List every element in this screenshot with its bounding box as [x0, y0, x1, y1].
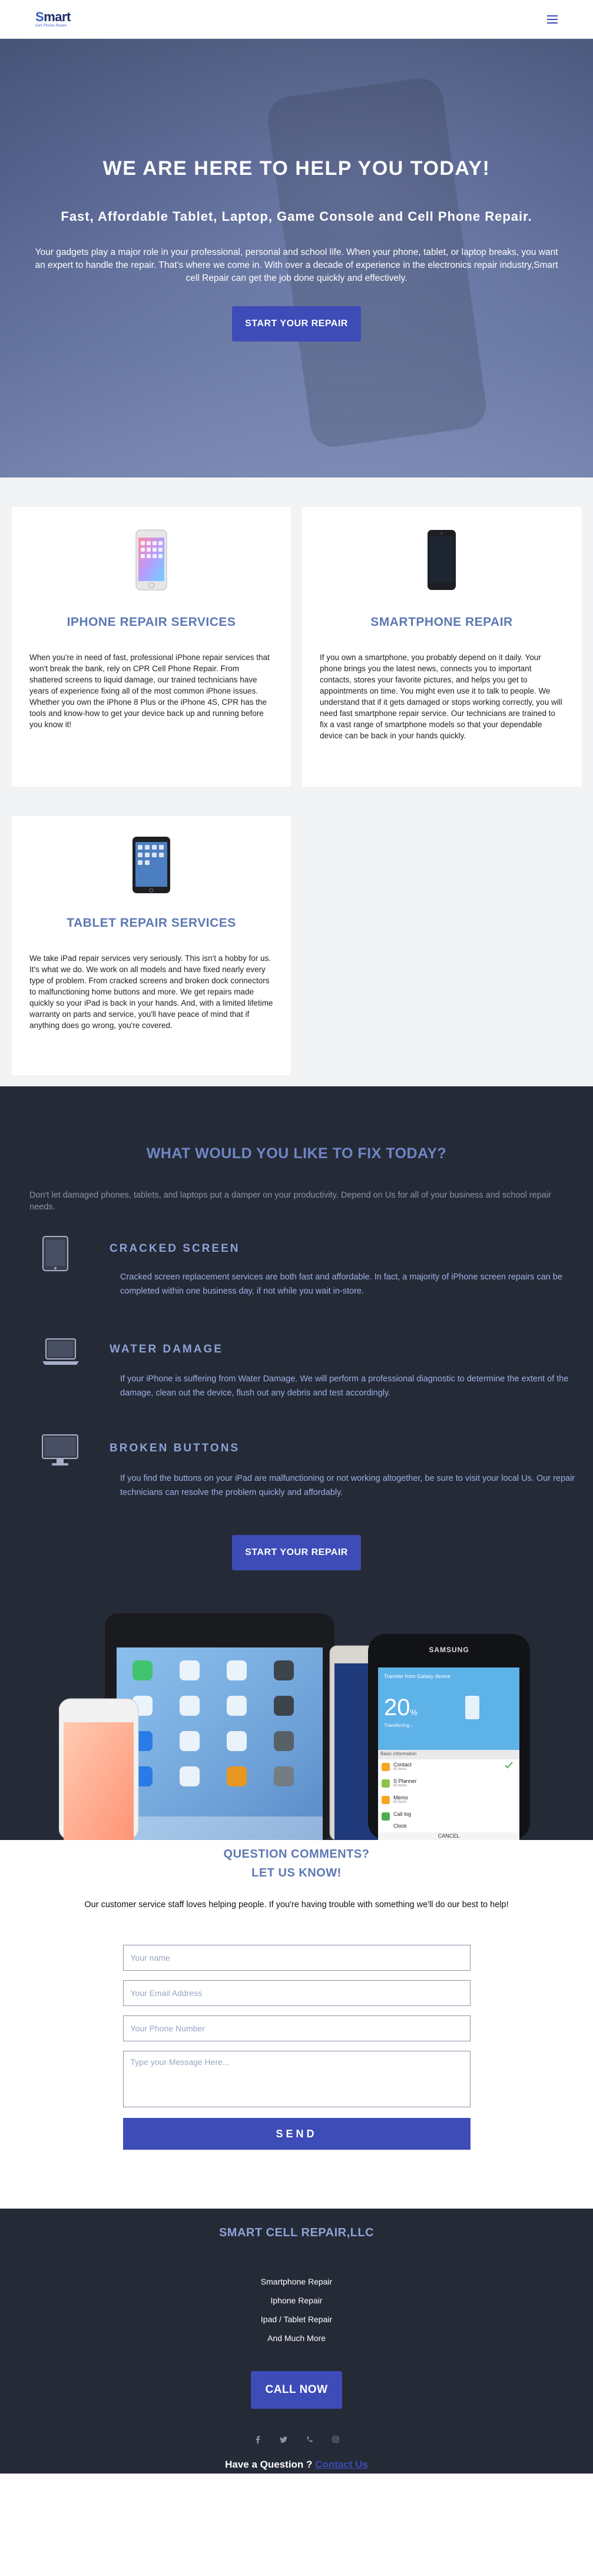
social-links — [0, 2435, 593, 2444]
services-section: IPHONE REPAIR SERVICES When you're in ne… — [0, 478, 593, 1086]
contact-title: QUESTION COMMENTS? LET US KNOW! — [0, 1840, 593, 1882]
samsung-brand: SAMSUNG — [429, 1646, 469, 1654]
start-repair-button[interactable]: START YOUR REPAIR — [232, 1535, 361, 1570]
phone-input[interactable] — [122, 2015, 471, 2041]
hero-title: WE ARE HERE TO HELP YOU TODAY! — [102, 157, 491, 180]
service-card-tablet: TABLET REPAIR SERVICES We take iPad repa… — [12, 816, 291, 1075]
list-item: Call log — [393, 1811, 412, 1817]
message-input[interactable] — [122, 2051, 471, 2107]
contact-lead: Our customer service staff loves helping… — [84, 1900, 509, 1909]
facebook-icon[interactable] — [254, 2435, 262, 2444]
fix-title: WHAT WOULD YOU LIKE TO FIX TODAY? — [146, 1145, 447, 1162]
list-item: Contact 80 items — [393, 1762, 412, 1771]
fix-item-text: If you find the buttons on your iPad are… — [120, 1474, 575, 1497]
iphone-icon — [29, 507, 273, 591]
service-title: SMARTPHONE REPAIR — [370, 615, 513, 629]
fix-item-text: Cracked screen replacement services are … — [120, 1272, 562, 1296]
list-item: Clock — [393, 1823, 407, 1829]
question-line: Have a Question ? Contact Us — [0, 2459, 593, 2471]
site-header: Smart Cell Phone Repair — [0, 0, 593, 39]
hero-subtitle: Fast, Affordable Tablet, Laptop, Game Co… — [61, 209, 532, 224]
transfer-list: Contact 80 items S Planner 80 items Memo 80… — [393, 1762, 499, 1831]
transfer-percent-unit: % — [410, 1708, 418, 1717]
devices-image: SAMSUNG Transfer from Galaxy device 20% … — [59, 1613, 530, 1840]
laptop-outline-icon — [41, 1338, 80, 1369]
list-item: S Planner 80 items — [393, 1778, 417, 1788]
list-item: Memo 80 items — [393, 1795, 409, 1804]
fix-intro: Don't let damaged phones, tablets, and l… — [29, 1191, 551, 1212]
twitter-icon[interactable] — [280, 2435, 288, 2444]
logo-text: mart — [44, 9, 71, 24]
fix-item-title: WATER DAMAGE — [110, 1343, 223, 1355]
service-text: If you own a smartphone, you probably de… — [320, 653, 562, 740]
name-input[interactable] — [122, 1945, 471, 1971]
tablet-icon — [29, 816, 273, 894]
basic-info-text: Basic information — [380, 1751, 417, 1756]
contact-section: QUESTION COMMENTS? LET US KNOW! Our cust… — [0, 1840, 593, 2209]
footer-title: SMART CELL REPAIR,LLC — [218, 2226, 375, 2239]
service-title: TABLET REPAIR SERVICES — [67, 916, 236, 930]
start-repair-button[interactable]: START YOUR REPAIR — [232, 306, 361, 342]
email-input[interactable] — [122, 1980, 471, 2006]
service-card-iphone: IPHONE REPAIR SERVICES When you're in ne… — [12, 507, 291, 787]
service-title: IPHONE REPAIR SERVICES — [67, 615, 236, 629]
cancel-text: CANCEL — [378, 1832, 519, 1840]
fix-item-title: CRACKED SCREEN — [110, 1242, 240, 1255]
footer-links: Smartphone Repair Iphone Repair Ipad / T… — [0, 2272, 593, 2348]
send-button[interactable]: SEND — [122, 2118, 471, 2150]
transfer-percent-wrap: 20% — [384, 1696, 418, 1724]
hero-section: WE ARE HERE TO HELP YOU TODAY! Fast, Aff… — [0, 39, 593, 478]
fix-item-title: BROKEN BUTTONS — [110, 1442, 240, 1454]
contact-title-line2: LET US KNOW! — [251, 1866, 342, 1879]
smartphone-icon — [320, 507, 564, 591]
transferring-text: Transferring... — [384, 1723, 413, 1728]
footer-link[interactable]: Ipad / Tablet Repair — [0, 2310, 593, 2329]
logo-tagline: Cell Phone Repair — [35, 24, 67, 28]
fix-section: WHAT WOULD YOU LIKE TO FIX TODAY? Don't … — [0, 1086, 593, 1840]
instagram-icon[interactable] — [332, 2435, 340, 2444]
phone-icon[interactable] — [306, 2435, 314, 2444]
contact-title-line1: QUESTION COMMENTS? — [223, 1848, 370, 1861]
contact-us-link[interactable]: Contact Us — [315, 2459, 368, 2470]
fix-item-text: If your iPhone is suffering from Water D… — [120, 1374, 569, 1398]
site-footer: SMART CELL REPAIR,LLC Smartphone Repair … — [0, 2209, 593, 2474]
logo[interactable]: Smart Cell Phone Repair — [35, 11, 71, 28]
call-now-button[interactable]: CALL NOW — [251, 2371, 342, 2409]
question-text: Have a Question ? — [225, 2459, 313, 2470]
service-text: When you're in need of fast, professiona… — [29, 653, 270, 729]
transfer-percent: 20 — [384, 1695, 410, 1720]
logo-wordmark: Smart — [35, 11, 71, 24]
hamburger-menu-icon[interactable] — [547, 15, 558, 24]
service-card-smartphone: SMARTPHONE REPAIR If you own a smartphon… — [302, 507, 581, 787]
monitor-outline-icon — [41, 1434, 79, 1471]
transfer-text: Transfer from Galaxy device — [384, 1673, 450, 1679]
footer-link[interactable]: Smartphone Repair — [0, 2272, 593, 2291]
logo-initial: S — [35, 9, 44, 24]
footer-link[interactable]: And Much More — [0, 2329, 593, 2348]
hero-text: Your gadgets play a major role in your p… — [35, 247, 558, 283]
tablet-outline-icon — [41, 1235, 69, 1275]
contact-form: SEND — [122, 1945, 471, 2150]
footer-link[interactable]: Iphone Repair — [0, 2291, 593, 2310]
service-text: We take iPad repair services very seriou… — [29, 954, 273, 1030]
